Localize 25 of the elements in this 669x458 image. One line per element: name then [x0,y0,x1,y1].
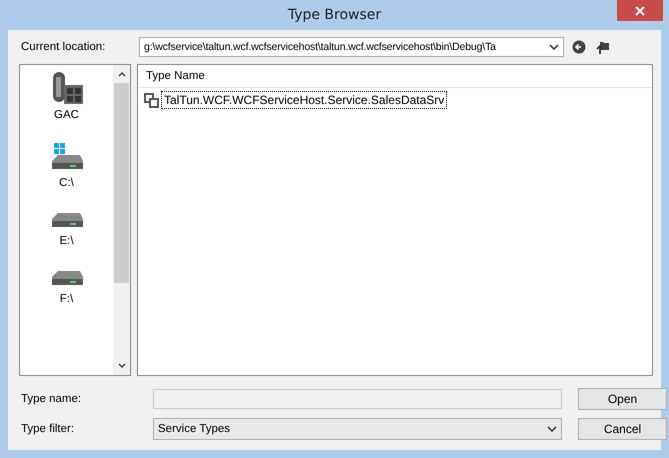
caret-icon [547,426,557,432]
open-button[interactable]: Open [578,388,667,410]
type-name-label: Type name: [20,393,82,405]
type-filter-combo[interactable]: Service Types [153,418,562,440]
close-button[interactable] [617,0,663,21]
window-title: Type Browser [288,7,382,23]
type-icon [144,92,159,108]
folder-up-icon[interactable] [594,39,610,55]
scroll-down-icon[interactable] [118,363,126,369]
place-item[interactable]: GAC [36,71,96,121]
scrollbar[interactable] [113,65,130,375]
place-item[interactable]: C:\ [36,143,96,189]
column-header[interactable]: Type Name [138,65,652,88]
type-item[interactable]: TalTun.WCF.WCFServiceHost.Service.SalesDataSrv [161,91,448,109]
back-icon[interactable] [572,40,586,54]
location-combo[interactable]: g:\wcfservice\taltun.wcf.wcfservicehost\taltun.wcf.wcfservicehost\bin\Debug\Ta [139,37,564,57]
scroll-thumb[interactable] [114,83,129,283]
close-icon [635,6,645,16]
scroll-up-icon[interactable] [118,71,126,77]
place-item[interactable]: F:\ [36,269,96,305]
place-item[interactable]: E:\ [36,211,96,247]
location-label: Current location: [20,41,106,53]
caret-icon [549,44,559,50]
type-filter-label: Type filter: [20,423,76,435]
cancel-button[interactable]: Cancel [578,418,667,440]
